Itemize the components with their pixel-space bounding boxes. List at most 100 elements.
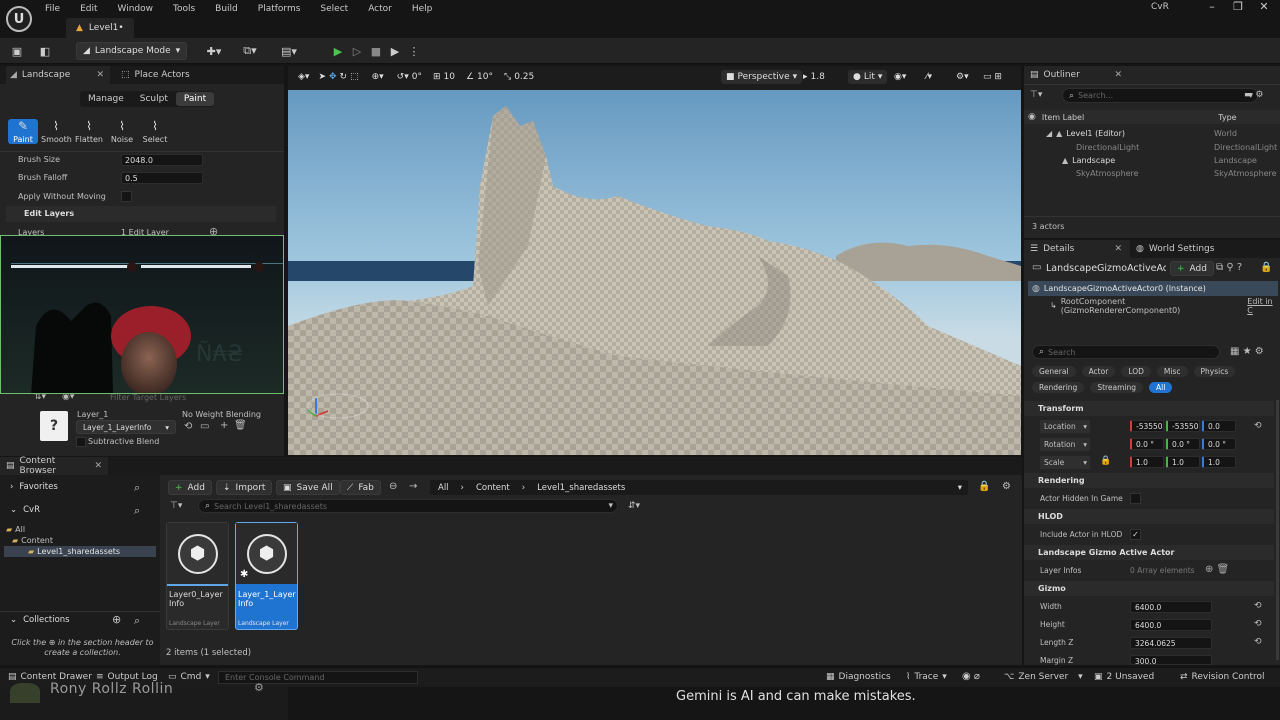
rotation-x[interactable]: 0.0 °: [1130, 438, 1164, 450]
outliner-row-sky[interactable]: SkyAtmosphere SkyAtmosphere: [1076, 167, 1280, 180]
scale-y[interactable]: 1.0: [1166, 456, 1200, 468]
filter-streaming[interactable]: Streaming: [1090, 382, 1144, 393]
trace-dropdown[interactable]: ⌇ Trace ▾: [906, 672, 947, 682]
close-icon[interactable]: ✕: [1114, 244, 1122, 254]
delete-icon[interactable]: 🗑: [234, 420, 247, 431]
mode-dropdown[interactable]: ◢ Landscape Mode ▾: [76, 42, 188, 60]
tab-landscape[interactable]: ◢ Landscape ✕: [6, 66, 110, 84]
settings-dropdown[interactable]: ⚙▾: [956, 72, 969, 82]
cinematics-icon[interactable]: ▤▾: [276, 43, 302, 59]
tab-place-actors[interactable]: ⬚ Place Actors: [121, 70, 190, 80]
rotation-z[interactable]: 0.0 °: [1202, 438, 1236, 450]
zen-server-dropdown[interactable]: ⌥ Zen Server ▾: [1004, 672, 1083, 682]
step-icon[interactable]: ▷: [349, 43, 365, 59]
grid-snap-icon[interactable]: ⊞: [433, 72, 441, 82]
asset-tile-selected[interactable]: ⬢ ✱ Layer_1_Layer Info Landscape Layer: [235, 522, 298, 630]
length-z-field[interactable]: 3264.0625: [1130, 637, 1212, 649]
apply-without-moving-checkbox[interactable]: [121, 191, 132, 202]
more-options-icon[interactable]: ⋮: [406, 43, 422, 59]
filter-actor[interactable]: Actor: [1081, 366, 1116, 377]
import-button[interactable]: ⇣ Import: [216, 480, 273, 495]
perspective-dropdown[interactable]: ■ Perspective ▾: [721, 70, 803, 84]
stop-icon[interactable]: ■: [368, 43, 384, 59]
instance-row[interactable]: ◍ LandscapeGizmoActiveActor0 (Instance): [1028, 281, 1278, 296]
menu-tools[interactable]: Tools: [173, 4, 195, 14]
search-icon[interactable]: ⌕: [134, 614, 140, 628]
camera-speed[interactable]: ▸ 1.8: [803, 72, 825, 82]
lock-icon[interactable]: 🔒: [1260, 262, 1272, 273]
col-item-label[interactable]: Item Label: [1042, 113, 1084, 122]
outliner-search[interactable]: ⌕ Search... ▾: [1062, 88, 1258, 103]
brush-falloff-field[interactable]: 0.5: [121, 172, 203, 184]
minimize-icon[interactable]: –: [1202, 0, 1222, 16]
folder-icon[interactable]: ▭: [200, 421, 209, 432]
menu-help[interactable]: Help: [412, 4, 433, 14]
blueprint-icon[interactable]: ⧉ ⚲ ?: [1216, 262, 1242, 273]
outliner-row-level[interactable]: ◢ ▲ Level1 (Editor) World: [1046, 127, 1280, 140]
lock-ratio-icon[interactable]: 🔒: [1100, 456, 1111, 466]
sort-icon[interactable]: ⇵▾: [628, 501, 640, 511]
filter-rendering[interactable]: Rendering: [1032, 382, 1085, 393]
location-dropdown[interactable]: Location ▾: [1040, 420, 1090, 433]
menu-build[interactable]: Build: [215, 4, 238, 14]
lit-dropdown[interactable]: ● Lit ▾: [848, 70, 888, 84]
grid-snap-value[interactable]: 10: [444, 72, 455, 82]
reset-icon[interactable]: ⟲: [1254, 421, 1262, 431]
reset-icon[interactable]: ⟲: [1254, 637, 1262, 647]
scale-snap-icon[interactable]: ⤡: [504, 72, 511, 82]
outliner-row-landscape[interactable]: ▲ Landscape Landscape: [1062, 154, 1280, 167]
revision-control-button[interactable]: ⇄ Revision Control: [1180, 672, 1265, 682]
filter-physics[interactable]: Physics: [1193, 366, 1236, 377]
tool-select[interactable]: ⌇ Select: [140, 119, 170, 144]
new-folder-icon[interactable]: ▬ ⚙: [1244, 90, 1263, 100]
reset-icon[interactable]: ⟲: [1254, 619, 1262, 629]
rendering-section[interactable]: Rendering: [1024, 473, 1274, 488]
tree-sharedassets[interactable]: ▰ Level1_sharedassets: [4, 546, 156, 557]
reset-arrow-icon[interactable]: ⟲: [184, 421, 192, 432]
tab-outliner[interactable]: ▤ Outliner ✕: [1024, 66, 1128, 84]
collections-header[interactable]: ⌄ Collections: [10, 615, 70, 625]
filter-all[interactable]: All: [1149, 382, 1173, 393]
filter-misc[interactable]: Misc: [1156, 366, 1188, 377]
menu-select[interactable]: Select: [320, 4, 348, 14]
menu-actor[interactable]: Actor: [368, 4, 392, 14]
mode-manage[interactable]: Manage: [80, 92, 132, 106]
rotate-icon[interactable]: ↻: [340, 72, 348, 82]
history-back-icon[interactable]: ⊖: [389, 481, 397, 492]
tab-content-browser[interactable]: ▤ Content Browser ✕: [0, 456, 108, 476]
reset-icon[interactable]: ⟲: [1254, 601, 1262, 611]
transform-section[interactable]: Transform: [1024, 401, 1274, 416]
translate-icon[interactable]: ✥: [329, 72, 337, 82]
width-field[interactable]: 6400.0: [1130, 601, 1212, 613]
location-z[interactable]: 0.0: [1202, 420, 1236, 432]
save-all-button[interactable]: ▣ Save All: [276, 480, 340, 495]
history-forward-icon[interactable]: →: [409, 481, 417, 492]
edit-in-link[interactable]: Edit in C: [1247, 297, 1280, 315]
diagnostics-button[interactable]: ▦ Diagnostics: [826, 672, 891, 682]
filter-icon[interactable]: ⊤▾: [170, 501, 182, 511]
tab-details[interactable]: ☰ Details ✕: [1024, 240, 1128, 258]
scale-icon[interactable]: ⬚: [350, 72, 359, 82]
breadcrumb-sharedassets[interactable]: Level1_sharedassets: [537, 483, 625, 493]
menu-file[interactable]: File: [45, 4, 60, 14]
asset-tile[interactable]: ⬢ Layer0_Layer Info Landscape Layer: [166, 522, 229, 630]
favorites-header[interactable]: › Favorites: [10, 482, 58, 492]
world-space-icon[interactable]: ⊕▾: [372, 72, 384, 82]
maximize-icon[interactable]: ❐: [1228, 0, 1248, 16]
blueprint-icon[interactable]: ⧉▾: [237, 43, 263, 59]
show-dropdown[interactable]: ◉▾: [894, 72, 906, 82]
filter-target-layers[interactable]: Filter Target Layers: [110, 393, 186, 402]
add-button[interactable]: + Add: [168, 480, 212, 495]
brush-size-field[interactable]: 2048.0: [121, 154, 203, 166]
include-hlod-checkbox[interactable]: ✓: [1130, 529, 1141, 540]
subtractive-blend-checkbox[interactable]: [76, 437, 86, 447]
content-search[interactable]: ⌕ Search Level1_sharedassets ▾: [198, 499, 618, 513]
mode-sculpt[interactable]: Sculpt: [132, 92, 176, 106]
tree-content[interactable]: ▰ Content: [12, 536, 53, 545]
hidden-in-game-checkbox[interactable]: [1130, 493, 1141, 504]
close-window-icon[interactable]: ✕: [1254, 0, 1274, 16]
close-icon[interactable]: ✕: [96, 70, 104, 80]
rotate-snap-value[interactable]: 10°: [477, 72, 493, 82]
menu-window[interactable]: Window: [118, 4, 154, 14]
fab-button[interactable]: ⟋ Fab: [340, 480, 381, 495]
